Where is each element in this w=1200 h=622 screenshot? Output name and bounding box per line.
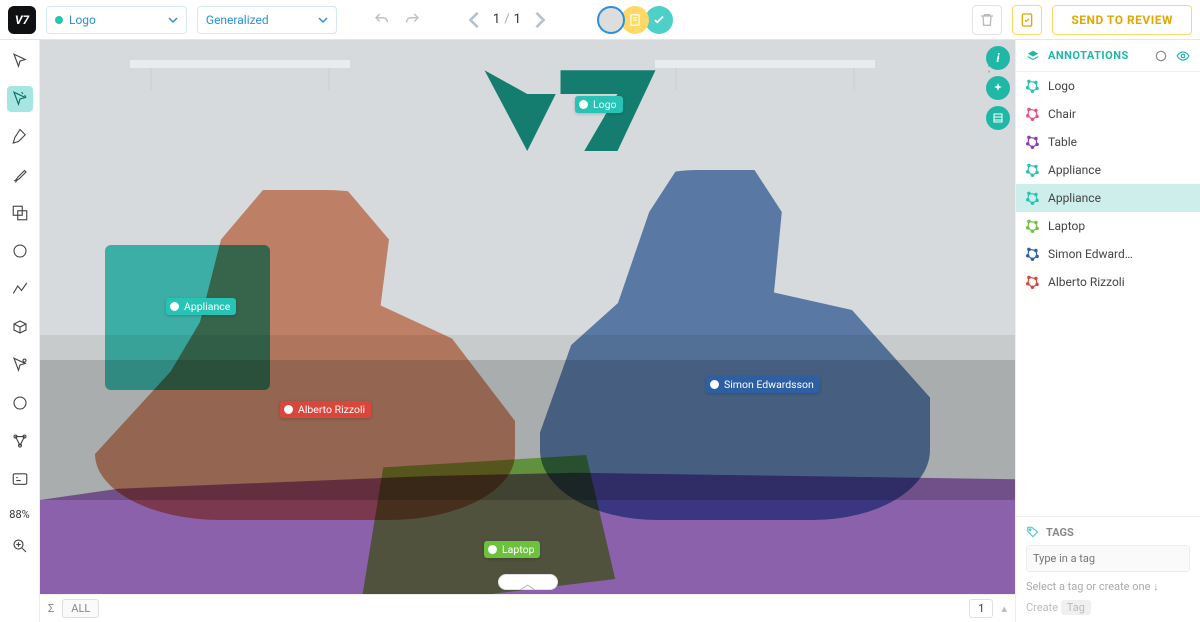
label-appliance[interactable]: Appliance bbox=[166, 298, 236, 315]
label-logo[interactable]: Logo bbox=[575, 96, 623, 113]
brand-logo[interactable]: V7 bbox=[8, 6, 36, 34]
polygon-icon bbox=[1026, 107, 1040, 121]
annotation-label: Logo bbox=[1048, 79, 1075, 93]
stage-review[interactable] bbox=[621, 6, 649, 34]
annotations-header: ANNOTATIONS bbox=[1016, 40, 1200, 72]
annotation-canvas[interactable]: ⋮ Logo Appliance Alberto Rizzoli Simon E… bbox=[40, 40, 1015, 594]
annotation-label: Alberto Rizzoli bbox=[1048, 275, 1125, 289]
mode-dropdown[interactable]: Generalized bbox=[197, 6, 337, 34]
tag-create-row[interactable]: Create Tag bbox=[1026, 601, 1190, 614]
polyline-tool[interactable] bbox=[7, 276, 33, 302]
polygon-icon bbox=[1026, 247, 1040, 261]
annotation-row[interactable]: Appliance bbox=[1016, 184, 1200, 212]
tag-hint: Select a tag or create one ↓ bbox=[1026, 580, 1190, 593]
class-dropdown-label: Logo bbox=[69, 13, 96, 27]
label-alberto[interactable]: Alberto Rizzoli bbox=[280, 401, 371, 418]
label-simon[interactable]: Simon Edwardsson bbox=[706, 376, 820, 393]
keypoint-tool[interactable] bbox=[7, 352, 33, 378]
annotation-row[interactable]: Laptop bbox=[1016, 212, 1200, 240]
send-to-review-button[interactable]: SEND TO REVIEW bbox=[1052, 5, 1192, 35]
polygon-icon bbox=[1026, 219, 1040, 233]
polygon-icon bbox=[1026, 191, 1040, 205]
redo-button[interactable] bbox=[403, 11, 421, 29]
tags-title: TAGS bbox=[1046, 526, 1074, 539]
annotation-row[interactable]: Simon Edward… bbox=[1016, 240, 1200, 268]
delete-button[interactable] bbox=[972, 5, 1002, 35]
zoom-tool[interactable] bbox=[7, 533, 33, 559]
chevron-down-icon bbox=[318, 15, 328, 25]
next-page-button[interactable] bbox=[531, 11, 549, 29]
stage-complete[interactable] bbox=[645, 6, 673, 34]
class-dropdown[interactable]: Logo bbox=[46, 6, 187, 34]
text-tool[interactable] bbox=[7, 466, 33, 492]
polygon-icon bbox=[1026, 275, 1040, 289]
ellipse-tool[interactable] bbox=[7, 238, 33, 264]
info-fab[interactable]: i bbox=[986, 46, 1010, 70]
chevron-down-icon bbox=[168, 15, 178, 25]
comment-tool[interactable] bbox=[7, 390, 33, 416]
panel-fab[interactable] bbox=[986, 106, 1010, 130]
scene-shelf-right bbox=[655, 60, 875, 68]
right-sidebar: i ANNOTATIONS LogoChairTableApplianceApp… bbox=[1015, 40, 1200, 622]
filter-all-chip[interactable]: ALL bbox=[62, 599, 99, 618]
annotations-title: ANNOTATIONS bbox=[1048, 49, 1146, 62]
auto-annotate-tool[interactable] bbox=[7, 86, 33, 112]
cuboid-tool[interactable] bbox=[7, 314, 33, 340]
layers-icon bbox=[1026, 49, 1040, 63]
pager: 1 / 1 bbox=[457, 11, 557, 29]
page-sep: / bbox=[504, 12, 509, 27]
undo-button[interactable] bbox=[373, 11, 391, 29]
pen-tool[interactable] bbox=[7, 124, 33, 150]
prev-page-button[interactable] bbox=[465, 11, 483, 29]
annotation-row[interactable]: Appliance bbox=[1016, 156, 1200, 184]
annotation-row[interactable]: Table bbox=[1016, 128, 1200, 156]
cursor-tool[interactable] bbox=[7, 48, 33, 74]
annotation-row[interactable]: Logo bbox=[1016, 72, 1200, 100]
workflow-stage-indicator bbox=[597, 6, 673, 34]
polygon-icon bbox=[1026, 79, 1040, 93]
circle-toggle-icon[interactable] bbox=[1154, 49, 1168, 63]
bbox-tool[interactable] bbox=[7, 200, 33, 226]
frame-count: 1 bbox=[969, 599, 993, 618]
annotation-label: Appliance bbox=[1048, 191, 1101, 205]
scene-v7-logo bbox=[475, 58, 665, 168]
polygon-icon bbox=[1026, 163, 1040, 177]
annotation-label: Appliance bbox=[1048, 163, 1101, 177]
tag-input[interactable] bbox=[1026, 545, 1190, 572]
zoom-percent: 88% bbox=[9, 508, 29, 521]
skeleton-tool[interactable] bbox=[7, 428, 33, 454]
annotation-label: Laptop bbox=[1048, 219, 1085, 233]
scene-shelf-left bbox=[130, 60, 350, 68]
undo-redo-group bbox=[367, 11, 427, 29]
annotation-label: Simon Edward… bbox=[1048, 247, 1133, 261]
approve-button[interactable] bbox=[1012, 5, 1042, 35]
expand-up-icon[interactable]: ▴ bbox=[1001, 602, 1007, 615]
sigma-icon: Σ bbox=[48, 602, 54, 615]
page-total: 1 bbox=[514, 12, 521, 27]
annotation-label: Chair bbox=[1048, 107, 1076, 121]
class-color-dot bbox=[55, 16, 63, 24]
mode-dropdown-label: Generalized bbox=[206, 13, 269, 27]
annotation-row[interactable]: Chair bbox=[1016, 100, 1200, 128]
tags-panel: TAGS Select a tag or create one ↓ Create… bbox=[1016, 516, 1200, 622]
canvas-drawer-handle[interactable]: ︿ bbox=[498, 574, 558, 590]
label-laptop[interactable]: Laptop bbox=[484, 541, 540, 558]
top-bar: V7 Logo Generalized 1 / 1 bbox=[0, 0, 1200, 40]
annotation-list: Logo Chair Table Appliance Appliance Laptop Si… bbox=[1016, 72, 1200, 516]
page-current: 1 bbox=[493, 12, 500, 27]
tag-icon bbox=[1026, 525, 1040, 539]
assignee-avatar[interactable] bbox=[597, 6, 625, 34]
annotation-row[interactable]: Alberto Rizzoli bbox=[1016, 268, 1200, 296]
polygon-icon bbox=[1026, 135, 1040, 149]
visibility-icon[interactable] bbox=[1176, 49, 1190, 63]
tool-column: 88% bbox=[0, 40, 40, 622]
brush-tool[interactable] bbox=[7, 162, 33, 188]
bottom-bar: Σ ALL 1 ▴ bbox=[40, 594, 1015, 622]
magic-fab[interactable] bbox=[986, 76, 1010, 100]
annotation-label: Table bbox=[1048, 135, 1077, 149]
